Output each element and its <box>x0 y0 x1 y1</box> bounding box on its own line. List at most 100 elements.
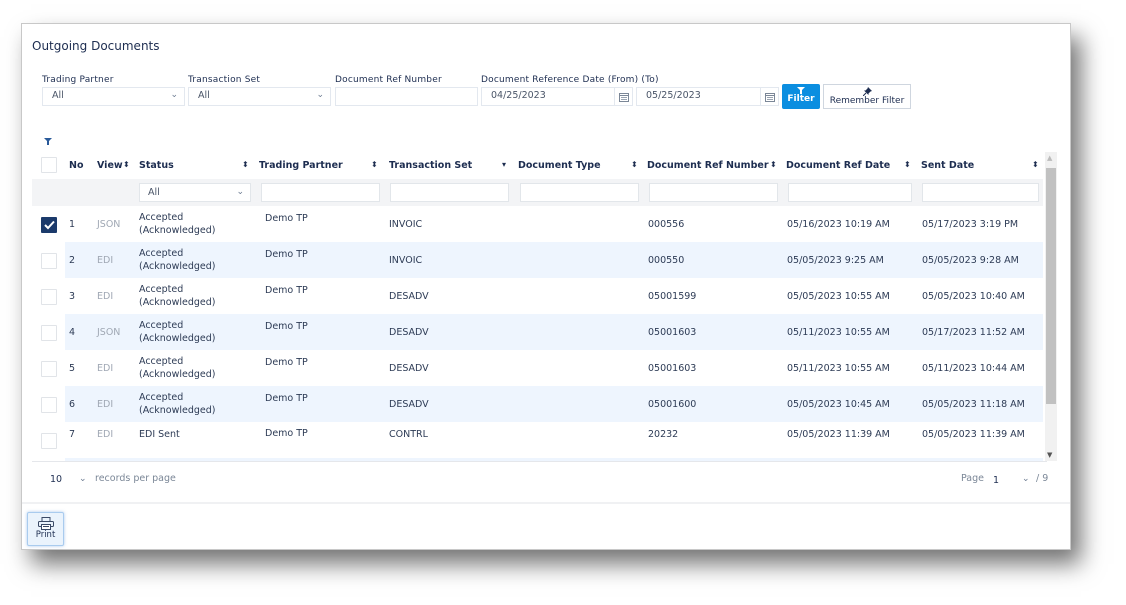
grid-filter-row: All ⌄ <box>32 179 1043 206</box>
cell-set: INVOIC <box>389 219 423 230</box>
cell-view[interactable]: EDI <box>97 362 113 375</box>
print-button[interactable]: Print <box>27 512 64 546</box>
filter-button-label: Filter <box>787 94 815 104</box>
page-size-select[interactable]: 10 <box>50 474 62 485</box>
status-line: (Acknowledged) <box>139 297 216 308</box>
scrollbar-thumb[interactable] <box>1046 168 1056 404</box>
cell-no: 4 <box>69 327 76 338</box>
cell-ref-date: 05/16/2023 10:19 AM <box>787 219 890 230</box>
chevron-down-icon: ⌄ <box>316 90 324 100</box>
remember-filter-button[interactable]: Remember Filter <box>823 84 911 109</box>
sort-icon[interactable]: ⬍ <box>242 160 249 169</box>
column-header-transaction-set[interactable]: Transaction Set <box>389 160 472 171</box>
date-from-calendar-button[interactable] <box>615 87 633 106</box>
column-header-sent-date[interactable]: Sent Date <box>921 160 974 171</box>
table-row[interactable]: 7 EDI EDI Sent Demo TP CONTRL 20232 05/05/2023… <box>32 422 1043 458</box>
trading-partner-select[interactable]: All ⌄ <box>42 87 185 106</box>
sort-icon[interactable]: ⬍ <box>371 160 378 169</box>
cell-set: CONTRL <box>389 429 428 440</box>
grid-vertical-scrollbar[interactable]: ▲ ▼ <box>1045 152 1057 461</box>
sort-icon[interactable]: ⬍ <box>1032 160 1039 169</box>
row-checkbox[interactable] <box>41 253 57 269</box>
chevron-down-icon[interactable]: ⌄ <box>1022 474 1030 484</box>
table-row[interactable]: 5 EDI Accepted (Acknowledged) Demo TP DESADV 0… <box>32 350 1043 386</box>
column-header-document-ref-number[interactable]: Document Ref Number <box>647 160 769 171</box>
cell-status: Accepted (Acknowledged) <box>139 319 216 345</box>
cell-ref: 000556 <box>648 219 685 230</box>
status-line: (Acknowledged) <box>139 333 216 344</box>
transaction-set-select[interactable]: All ⌄ <box>188 87 331 106</box>
scroll-up-icon[interactable]: ▲ <box>1047 154 1052 162</box>
column-header-trading-partner[interactable]: Trading Partner <box>259 160 343 171</box>
status-filter-select[interactable]: All ⌄ <box>139 183 251 202</box>
cell-set: DESADV <box>389 399 429 410</box>
sent-date-filter-input[interactable] <box>922 183 1039 202</box>
column-header-no[interactable]: No <box>69 160 83 171</box>
row-checkbox[interactable] <box>41 217 57 233</box>
row-checkbox[interactable] <box>41 397 57 413</box>
cell-view[interactable]: EDI <box>97 290 113 303</box>
cell-no: 2 <box>69 255 76 266</box>
select-all-checkbox[interactable] <box>41 157 57 173</box>
cell-status: Accepted (Acknowledged) <box>139 247 216 273</box>
column-header-document-ref-date[interactable]: Document Ref Date <box>786 160 890 171</box>
filter-button[interactable]: Filter <box>782 84 820 109</box>
cell-status: Accepted (Acknowledged) <box>139 283 216 309</box>
toggle-filter-row-button[interactable] <box>44 130 52 149</box>
table-row[interactable]: 1 JSON Accepted (Acknowledged) Demo TP INVOIC… <box>32 206 1043 242</box>
cell-partner: Demo TP <box>265 357 308 368</box>
column-header-status[interactable]: Status <box>139 160 174 171</box>
filter-icon <box>44 138 52 145</box>
cell-partner: Demo TP <box>265 213 308 224</box>
cell-view[interactable]: EDI <box>97 398 113 411</box>
page-total: / 9 <box>1036 473 1049 484</box>
date-to-input[interactable]: 05/25/2023 <box>636 87 761 106</box>
printer-icon <box>37 517 54 530</box>
page-label: Page <box>961 473 984 484</box>
status-line: (Acknowledged) <box>139 225 216 236</box>
transaction-set-filter-input[interactable] <box>390 183 509 202</box>
row-checkbox[interactable] <box>41 289 57 305</box>
page-number-select[interactable]: 1 <box>993 475 999 486</box>
transaction-set-value: All <box>198 90 210 101</box>
cell-view[interactable]: JSON <box>97 326 120 339</box>
cell-sent: 05/05/2023 11:39 AM <box>922 429 1025 440</box>
row-checkbox[interactable] <box>41 433 57 449</box>
cell-view[interactable]: EDI <box>97 254 113 267</box>
table-row[interactable]: 4 JSON Accepted (Acknowledged) Demo TP DESADV… <box>32 314 1043 350</box>
table-row[interactable]: 3 EDI Accepted (Acknowledged) Demo TP DESADV 0… <box>32 278 1043 314</box>
doc-ref-number-input[interactable] <box>335 87 478 106</box>
table-row[interactable]: 2 EDI Accepted (Acknowledged) Demo TP INVOIC 0… <box>32 242 1043 278</box>
column-header-document-type[interactable]: Document Type <box>518 160 601 171</box>
document-ref-date-filter-input[interactable] <box>788 183 912 202</box>
sort-icon[interactable]: ⬍ <box>770 160 777 169</box>
cell-ref-date: 05/05/2023 10:55 AM <box>787 291 890 302</box>
document-ref-number-filter-input[interactable] <box>649 183 778 202</box>
cell-no: 7 <box>69 429 76 440</box>
chevron-down-icon[interactable]: ⌄ <box>79 474 87 484</box>
date-to-calendar-button[interactable] <box>761 87 779 106</box>
table-row[interactable]: 6 EDI Accepted (Acknowledged) Demo TP DESADV 0… <box>32 386 1043 422</box>
filter-icon <box>797 87 805 94</box>
cell-partner: Demo TP <box>265 321 308 332</box>
status-line: Accepted <box>139 392 184 403</box>
cell-ref-date: 05/11/2023 10:55 AM <box>787 327 890 338</box>
chevron-down-icon: ⌄ <box>236 187 244 197</box>
status-line: Accepted <box>139 356 184 367</box>
sort-icon[interactable]: ⬍ <box>631 160 638 169</box>
scroll-down-icon[interactable]: ▼ <box>1047 451 1052 459</box>
date-from-input[interactable]: 04/25/2023 <box>481 87 615 106</box>
trading-partner-filter-input[interactable] <box>261 183 380 202</box>
sort-icon[interactable]: ⬍ <box>904 160 911 169</box>
doc-ref-number-label: Document Ref Number <box>335 75 442 85</box>
records-per-page-label: records per page <box>95 473 176 484</box>
sort-icon[interactable]: ⬍ <box>123 160 130 169</box>
row-checkbox[interactable] <box>41 325 57 341</box>
status-line: Accepted <box>139 320 184 331</box>
sort-desc-icon[interactable]: ▾ <box>502 160 506 169</box>
cell-view[interactable]: EDI <box>97 428 113 441</box>
column-header-view[interactable]: View <box>97 160 123 171</box>
row-checkbox[interactable] <box>41 361 57 377</box>
cell-view[interactable]: JSON <box>97 218 120 231</box>
document-type-filter-input[interactable] <box>520 183 639 202</box>
